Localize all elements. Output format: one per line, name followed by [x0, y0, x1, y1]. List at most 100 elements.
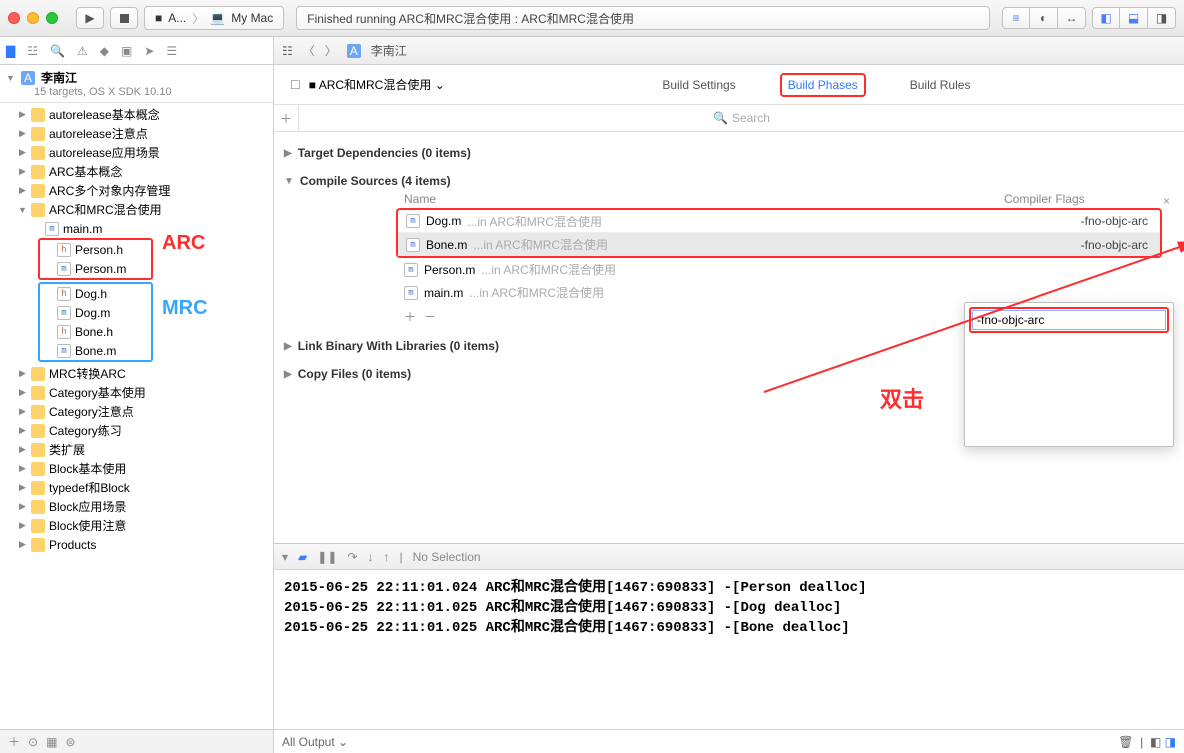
breakpoints-icon[interactable]: ▰ — [298, 550, 307, 564]
file-tree[interactable]: ▶autorelease基本概念▶autorelease注意点▶autorele… — [0, 103, 273, 729]
add-icon[interactable]: ＋ — [8, 733, 20, 750]
col-name: Name — [404, 192, 1004, 206]
tab-build-rules[interactable]: Build Rules — [888, 65, 993, 105]
debug-selection: No Selection — [413, 550, 481, 564]
run-button[interactable]: ▶ — [76, 7, 104, 29]
right-panel-icon[interactable]: ◨ — [1148, 7, 1176, 29]
compile-sources-table[interactable]: mDog.m ...in ARC和MRC混合使用-fno-objc-arcmBo… — [396, 208, 1162, 258]
related-items-icon[interactable]: ☷ — [282, 44, 293, 58]
build-phases-content: ▶Target Dependencies (0 items) ▼Compile … — [274, 132, 1184, 543]
targets-popup-icon[interactable]: ☐ — [282, 78, 309, 92]
bottom-panel-icon[interactable]: ⬓ — [1120, 7, 1148, 29]
report-nav-icon[interactable]: ☰ — [166, 44, 177, 58]
console-view-icon[interactable]: ◨ — [1165, 735, 1176, 749]
tree-item[interactable]: ▶Category基本使用 — [0, 383, 273, 402]
project-subtitle: 15 targets, OS X SDK 10.10 — [6, 86, 267, 98]
tree-item[interactable]: ▶Category注意点 — [0, 402, 273, 421]
add-phase-button[interactable]: ＋ — [274, 110, 298, 127]
scheme-selector[interactable]: ■A... 〉 💻My Mac — [144, 6, 284, 30]
editor-mode-segment[interactable]: ≡ ◐ ↔ — [1002, 7, 1086, 29]
tree-item[interactable]: ▶ARC基本概念 — [0, 162, 273, 181]
step-out-icon[interactable]: ↑ — [383, 550, 389, 564]
stop-button[interactable] — [110, 7, 138, 29]
tab-build-settings[interactable]: Build Settings — [640, 65, 757, 105]
scheme-target: A... — [168, 11, 186, 25]
find-nav-icon[interactable]: 🔍 — [50, 44, 65, 58]
trash-icon[interactable]: 🗑 — [1118, 735, 1133, 749]
compiler-flag-input[interactable] — [972, 310, 1166, 330]
tree-item[interactable]: ▶Products — [0, 535, 273, 554]
tree-item[interactable]: hBone.h — [40, 322, 151, 341]
phases-toolbar: ＋ 🔍 Search — [274, 105, 1184, 132]
issue-nav-icon[interactable]: ⚠ — [77, 44, 88, 58]
tree-item[interactable]: mPerson.m — [40, 259, 151, 278]
forward-icon[interactable]: 〉 — [325, 42, 337, 59]
tree-item[interactable]: ▶Block使用注意 — [0, 516, 273, 535]
tree-item[interactable]: ▶Category练习 — [0, 421, 273, 440]
annotation-doubleclick: 双击 — [880, 382, 924, 414]
assistant-editor-icon[interactable]: ◐ — [1030, 7, 1058, 29]
section-target-deps[interactable]: ▶Target Dependencies (0 items) — [284, 146, 1174, 160]
version-editor-icon[interactable]: ↔ — [1058, 7, 1086, 29]
tree-item[interactable]: mBone.m — [40, 341, 151, 360]
variables-view-icon[interactable]: ◧ — [1150, 735, 1161, 749]
tree-item[interactable]: hDog.h — [40, 284, 151, 303]
tree-item[interactable]: ▶autorelease应用场景 — [0, 143, 273, 162]
project-nav-icon[interactable]: ▇ — [6, 44, 15, 58]
step-over-icon[interactable]: ↷ — [347, 550, 357, 564]
target-name[interactable]: ARC和MRC混合使用 — [319, 78, 432, 92]
tree-item[interactable]: ▶Block基本使用 — [0, 459, 273, 478]
section-compile-sources[interactable]: ▼Compile Sources (4 items) — [284, 174, 1174, 188]
tree-item[interactable]: ▶类扩展 — [0, 440, 273, 459]
tree-item[interactable]: mmain.m — [0, 219, 273, 238]
console-filter[interactable]: All Output — [282, 735, 335, 749]
tree-item[interactable]: ▶MRC转换ARC — [0, 364, 273, 383]
compile-row[interactable]: mPerson.m ...in ARC和MRC混合使用 — [396, 258, 1174, 281]
add-file-button[interactable]: ＋ — [404, 308, 416, 325]
annotation-arc: ARC — [162, 232, 205, 255]
tree-item[interactable]: ▼ARC和MRC混合使用 — [0, 200, 273, 219]
tree-item[interactable]: hPerson.h — [40, 240, 151, 259]
jump-bar[interactable]: ☷ 〈 〉 A 李南江 — [274, 37, 1184, 65]
target-tabs: ☐ ■ ARC和MRC混合使用 ⌄ Build Settings Build P… — [274, 65, 1184, 105]
debug-nav-icon[interactable]: ▣ — [121, 44, 132, 58]
annotation-mrc: MRC — [162, 297, 208, 320]
pause-icon[interactable]: ❚❚ — [317, 550, 337, 564]
console-footer: All Output ⌄ 🗑 | ◧ ◨ — [274, 729, 1184, 753]
tree-item[interactable]: ▶ARC多个对象内存管理 — [0, 181, 273, 200]
filter-recent-icon[interactable]: ⊙ — [28, 735, 38, 749]
compiler-flag-popup[interactable] — [964, 302, 1174, 447]
symbol-nav-icon[interactable]: ☳ — [27, 44, 38, 58]
panel-toggle-segment[interactable]: ◧ ⬓ ◨ — [1092, 7, 1176, 29]
tree-item[interactable]: ▶typedef和Block — [0, 478, 273, 497]
test-nav-icon[interactable]: ◆ — [100, 44, 109, 58]
col-flags: Compiler Flags — [1004, 192, 1174, 206]
compile-row[interactable]: mBone.m ...in ARC和MRC混合使用-fno-objc-arc — [398, 233, 1160, 256]
tree-item[interactable]: ▶autorelease注意点 — [0, 124, 273, 143]
remove-file-button[interactable]: － — [424, 308, 436, 325]
tree-item[interactable]: ▶autorelease基本概念 — [0, 105, 273, 124]
navigator-tabs[interactable]: ▇ ☳ 🔍 ⚠ ◆ ▣ ➤ ☰ — [0, 37, 273, 65]
zoom-icon[interactable] — [46, 12, 58, 24]
tree-item[interactable]: mDog.m — [40, 303, 151, 322]
console-output[interactable]: 2015-06-25 22:11:01.024 ARC和MRC混合使用[1467… — [274, 570, 1184, 729]
left-panel-icon[interactable]: ◧ — [1092, 7, 1120, 29]
tab-build-phases[interactable]: Build Phases — [758, 65, 888, 105]
filter-scm-icon[interactable]: ▦ — [46, 735, 57, 749]
minimize-icon[interactable] — [27, 12, 39, 24]
step-in-icon[interactable]: ↓ — [367, 550, 373, 564]
compile-row[interactable]: mmain.m ...in ARC和MRC混合使用 — [396, 281, 1174, 304]
compile-row[interactable]: mDog.m ...in ARC和MRC混合使用-fno-objc-arc — [398, 210, 1160, 233]
toggle-debug-icon[interactable]: ▾ — [282, 550, 288, 564]
tree-item[interactable]: ▶Block应用场景 — [0, 497, 273, 516]
standard-editor-icon[interactable]: ≡ — [1002, 7, 1030, 29]
back-icon[interactable]: 〈 — [303, 42, 315, 59]
project-header[interactable]: ▼ A 李南江 15 targets, OS X SDK 10.10 — [0, 65, 273, 103]
remove-phase-icon[interactable]: × — [1163, 194, 1170, 208]
filter-icon[interactable]: ⊜ — [65, 735, 75, 749]
jump-path[interactable]: 李南江 — [371, 42, 407, 59]
breakpoint-nav-icon[interactable]: ➤ — [144, 44, 154, 58]
close-icon[interactable] — [8, 12, 20, 24]
scheme-device: My Mac — [231, 11, 273, 25]
search-field[interactable]: 🔍 Search — [298, 105, 1184, 131]
